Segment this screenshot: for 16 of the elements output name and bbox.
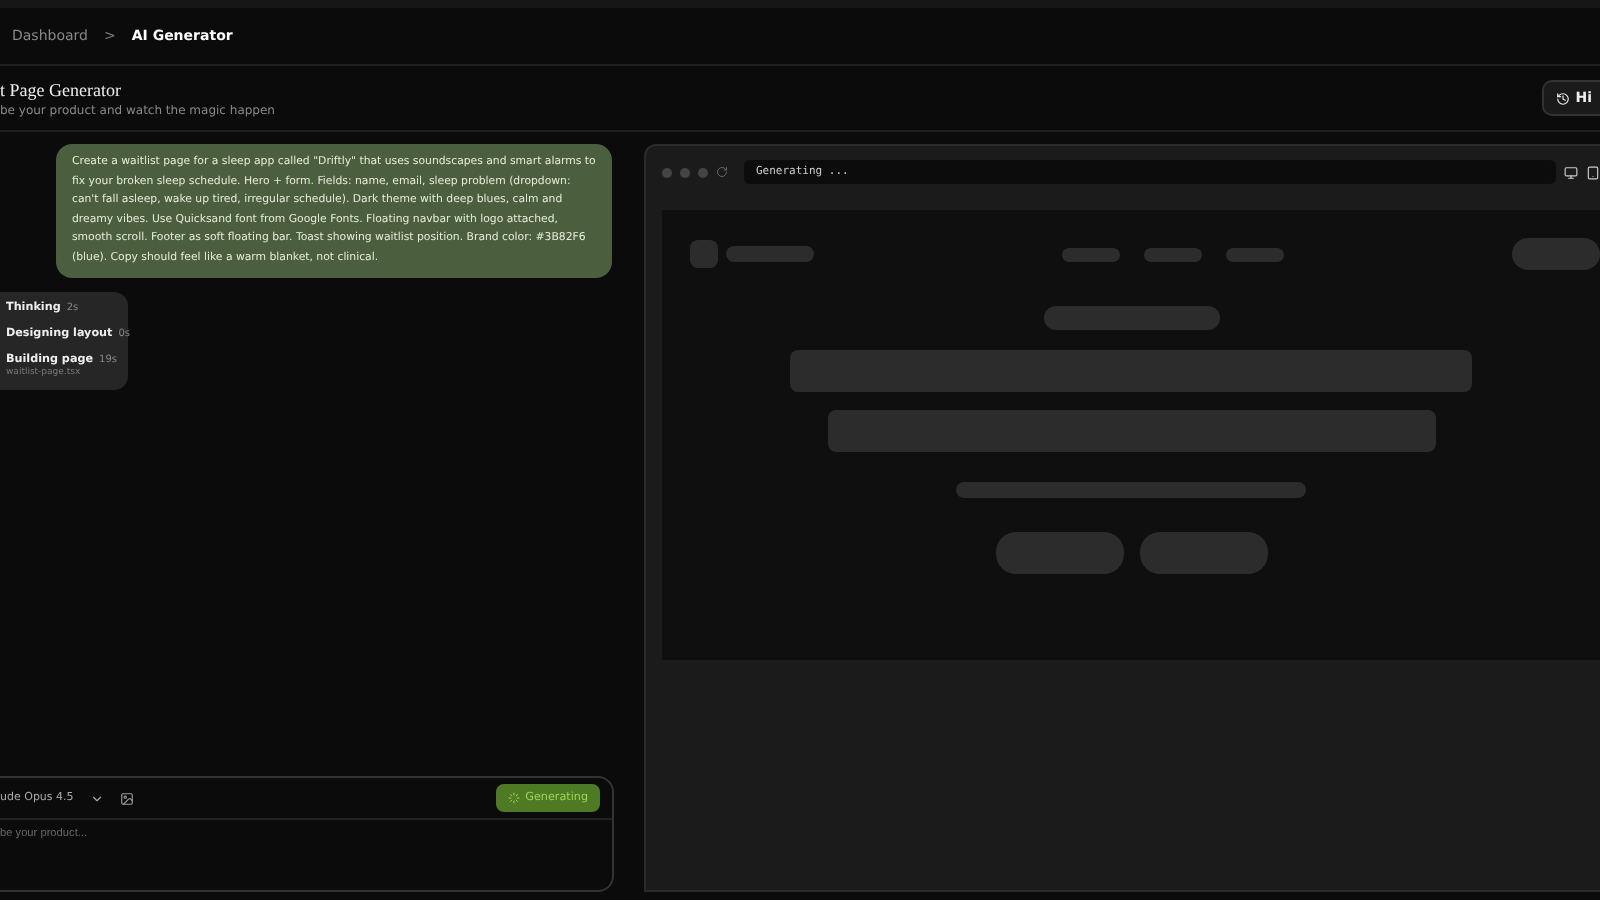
page-title: t Page Generator — [0, 79, 123, 99]
tablet-icon[interactable] — [1586, 165, 1600, 179]
monitor-icon[interactable] — [1564, 165, 1578, 179]
reload-icon[interactable] — [716, 166, 728, 178]
window-dot-icon — [680, 167, 690, 177]
skeleton-logo — [690, 240, 718, 268]
history-icon — [1555, 91, 1570, 105]
skeleton-bar — [1226, 247, 1284, 261]
skeleton-bar — [726, 246, 814, 262]
image-icon[interactable] — [119, 791, 134, 805]
skeleton-bar — [1144, 247, 1202, 261]
chevron-icon — [89, 791, 104, 805]
spinner-icon — [507, 792, 520, 804]
window-dot-icon — [698, 167, 708, 177]
skeleton-bar — [1062, 247, 1120, 261]
window-dot-icon — [662, 167, 672, 177]
